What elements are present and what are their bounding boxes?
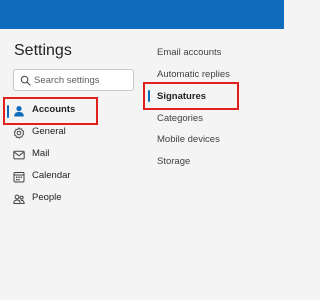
nav-item-label: People	[32, 192, 62, 203]
nav-item-label: Calendar	[32, 170, 71, 181]
calendar-icon	[13, 172, 25, 183]
nav-item-general[interactable]: General	[0, 123, 141, 143]
nav-item-label: Mail	[32, 148, 50, 159]
highlight-box-signatures	[143, 82, 239, 110]
settings-title: Settings	[14, 42, 72, 59]
menu-item-mobile-devices[interactable]: Mobile devices	[157, 134, 220, 152]
menu-item-categories[interactable]: Categories	[157, 113, 203, 131]
menu-item-email-accounts[interactable]: Email accounts	[157, 47, 221, 65]
nav-item-calendar[interactable]: Calendar	[0, 167, 141, 187]
gear-icon	[13, 127, 25, 139]
mail-icon	[13, 150, 25, 160]
search-settings-input[interactable]	[34, 72, 132, 88]
nav-item-mail[interactable]: Mail	[0, 145, 141, 165]
highlight-box-accounts	[3, 97, 98, 125]
search-settings-box[interactable]	[13, 69, 134, 91]
search-icon	[20, 75, 31, 86]
app-header-bar	[0, 0, 284, 29]
people-icon	[13, 194, 25, 204]
nav-item-label: General	[32, 126, 66, 137]
menu-item-storage[interactable]: Storage	[157, 156, 190, 174]
nav-item-people[interactable]: People	[0, 189, 141, 209]
settings-nav-pane: Settings Accounts General Mail	[0, 29, 141, 300]
